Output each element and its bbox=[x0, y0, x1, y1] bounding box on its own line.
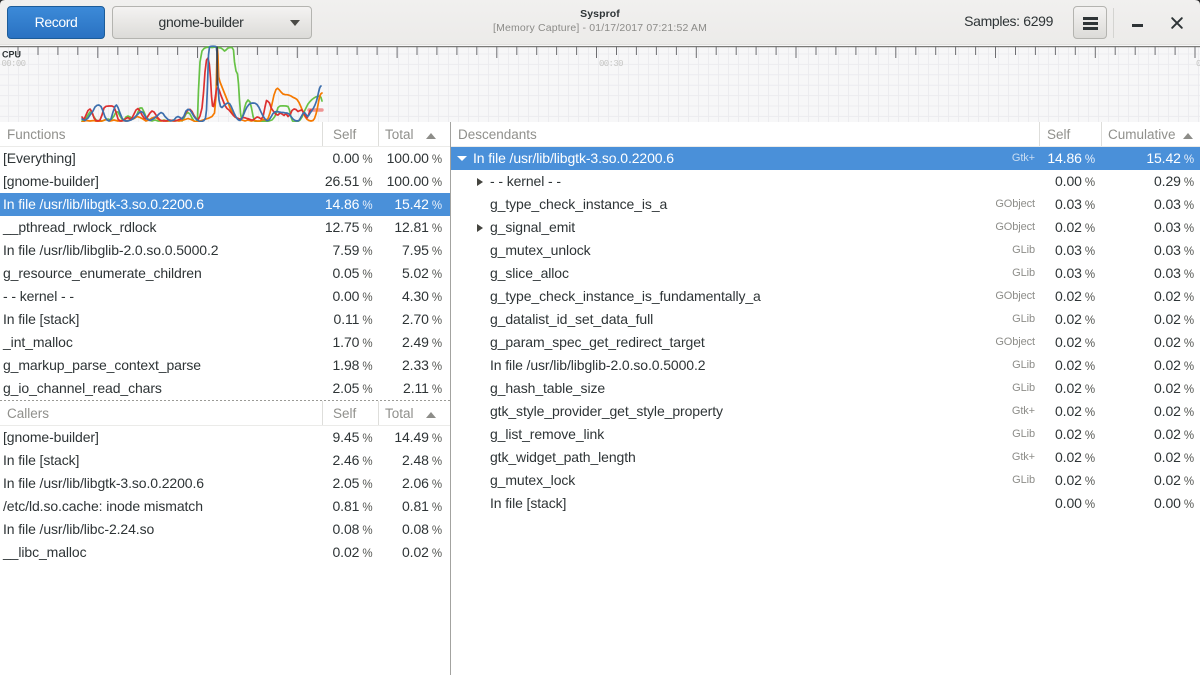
svg-text:00:00: 00:00 bbox=[2, 59, 27, 69]
svg-text:01:00: 01:00 bbox=[1196, 59, 1200, 69]
svg-text:00:30: 00:30 bbox=[599, 59, 624, 69]
svg-text:CPU: CPU bbox=[2, 50, 21, 60]
